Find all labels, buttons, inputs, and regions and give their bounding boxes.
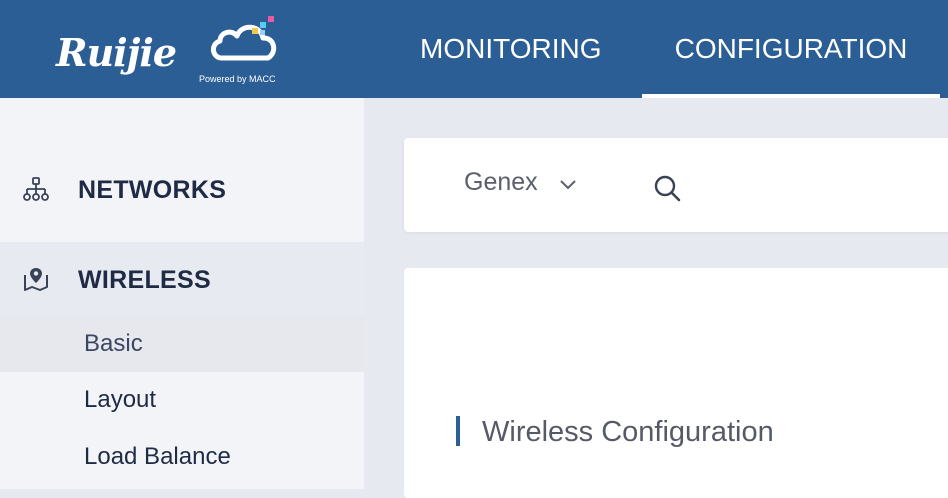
chevron-down-icon [560, 180, 576, 190]
sidebar-item-wireless[interactable]: WIRELESS [0, 242, 364, 318]
active-tab-indicator [642, 94, 940, 98]
powered-by-text: Powered by MACC [199, 74, 276, 84]
sidebar-item-networks[interactable]: NETWORKS [0, 146, 364, 242]
page-title: Wireless Configuration [482, 416, 774, 448]
tab-monitoring[interactable]: MONITORING [420, 0, 601, 98]
sidebar-item-label: WIRELESS [78, 266, 211, 294]
sidebar-subitem-load-balance[interactable]: Load Balance [0, 429, 364, 485]
filter-bar: Genex [404, 138, 948, 232]
cloud-logo-icon [211, 16, 277, 61]
logo-wordmark: Ruijie [56, 30, 177, 75]
sidebar-subitem-label: Basic [84, 330, 143, 357]
top-navigation-bar: Ruijie Powered by MACC MONITORING CONFIG… [0, 0, 948, 98]
sidebar-item-label: NETWORKS [78, 176, 227, 204]
site-select-value: Genex [464, 168, 538, 196]
site-select-dropdown[interactable]: Genex [464, 168, 576, 202]
sidebar-subitem-label: Load Balance [84, 443, 231, 470]
location-pin-icon [24, 268, 48, 291]
sidebar-subitem-layout[interactable]: Layout [0, 372, 364, 428]
search-icon[interactable] [652, 173, 682, 203]
brand-logo[interactable]: Ruijie Powered by MACC [56, 12, 296, 92]
network-hierarchy-icon [23, 177, 49, 201]
tab-configuration[interactable]: CONFIGURATION [642, 0, 940, 98]
sidebar-subitem-basic[interactable]: Basic [0, 316, 364, 372]
sidebar-subitem-label: Layout [84, 386, 157, 413]
section-title-accent [456, 416, 460, 446]
wireless-config-panel: Wireless Configuration [404, 268, 948, 498]
